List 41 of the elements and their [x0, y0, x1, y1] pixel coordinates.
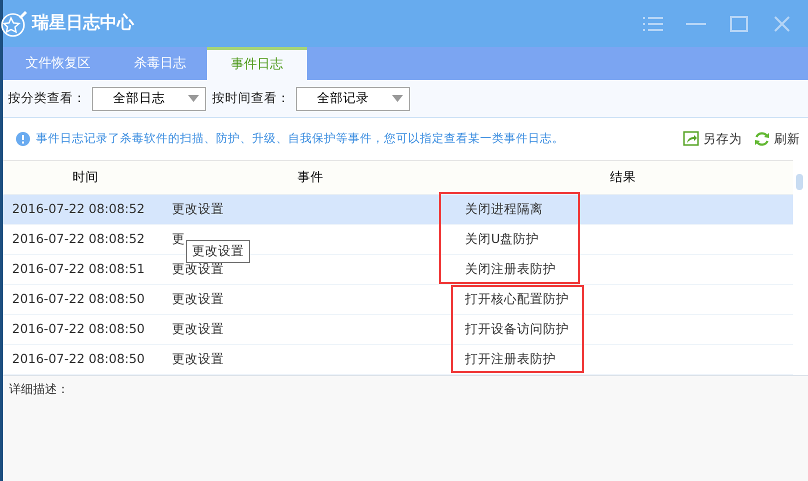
- column-header: 时间: [72, 168, 100, 186]
- table-cell-text: 2016-07-22 08:08:52: [11, 200, 146, 218]
- table-cell-text: 更改设置: [171, 320, 225, 338]
- dropdown[interactable]: 全部记录: [296, 86, 410, 110]
- table-cell-text: 更改设置: [171, 200, 225, 218]
- filter-label: 按分类查看：: [8, 89, 86, 108]
- caret-icon: [392, 95, 403, 102]
- table-cell-text: 打开核心配置防护: [464, 290, 570, 308]
- save-as-button[interactable]: 另存为: [683, 130, 742, 148]
- info-icon: [16, 132, 30, 146]
- refresh-button[interactable]: 刷新: [754, 130, 800, 148]
- dropdown[interactable]: 全部日志: [92, 86, 206, 110]
- table-cell-text: 打开注册表防护: [464, 350, 557, 368]
- scrollbar-thumb[interactable]: [796, 174, 803, 190]
- star-logo-icon: [1, 8, 29, 38]
- table-cell-text: 打开设备访问防护: [464, 320, 570, 338]
- refresh-icon: [754, 131, 770, 147]
- filter-label: 按时间查看：: [212, 89, 290, 108]
- table-cell-text: 2016-07-22 08:08:51: [11, 260, 146, 278]
- table-cell-text: 更: [171, 230, 186, 248]
- table-cell-text: 2016-07-22 08:08:52: [11, 230, 146, 248]
- table-row[interactable]: 2016-07-22 08:08:52 更改设置 关闭进程隔离: [3, 195, 793, 225]
- column-header: 结果: [609, 168, 637, 186]
- info-message: 事件日志记录了杀毒软件的扫描、防护、升级、自我保护等事件，您可以指定查看某一类事件日志。: [36, 130, 564, 148]
- table-row[interactable]: 2016-07-22 08:08:50 更改设置 打开设备访问防护: [3, 315, 793, 345]
- tooltip: 更改设置: [186, 240, 250, 263]
- table-cell-text: 2016-07-22 08:08:50: [11, 320, 146, 338]
- window-title: 瑞星日志中心: [32, 12, 134, 35]
- table-cell-text: 关闭注册表防护: [464, 260, 557, 278]
- table-row[interactable]: 2016-07-22 08:08:50 更改设置 打开核心配置防护: [3, 285, 793, 315]
- caret-icon: [188, 95, 199, 102]
- column-header: 事件: [296, 168, 324, 186]
- table-cell-text: 更改设置: [171, 350, 225, 368]
- table-cell-text: 2016-07-22 08:08:50: [11, 290, 146, 308]
- table-cell-text: 更改设置: [171, 260, 225, 278]
- details-label: 详细描述：: [9, 382, 69, 396]
- table-cell-text: 关闭进程隔离: [464, 200, 544, 218]
- table-cell-text: 更改设置: [171, 290, 225, 308]
- table-cell-text: 2016-07-22 08:08:50: [11, 350, 146, 368]
- table-cell-text: 关闭U盘防护: [464, 230, 540, 248]
- share-icon: [683, 131, 699, 147]
